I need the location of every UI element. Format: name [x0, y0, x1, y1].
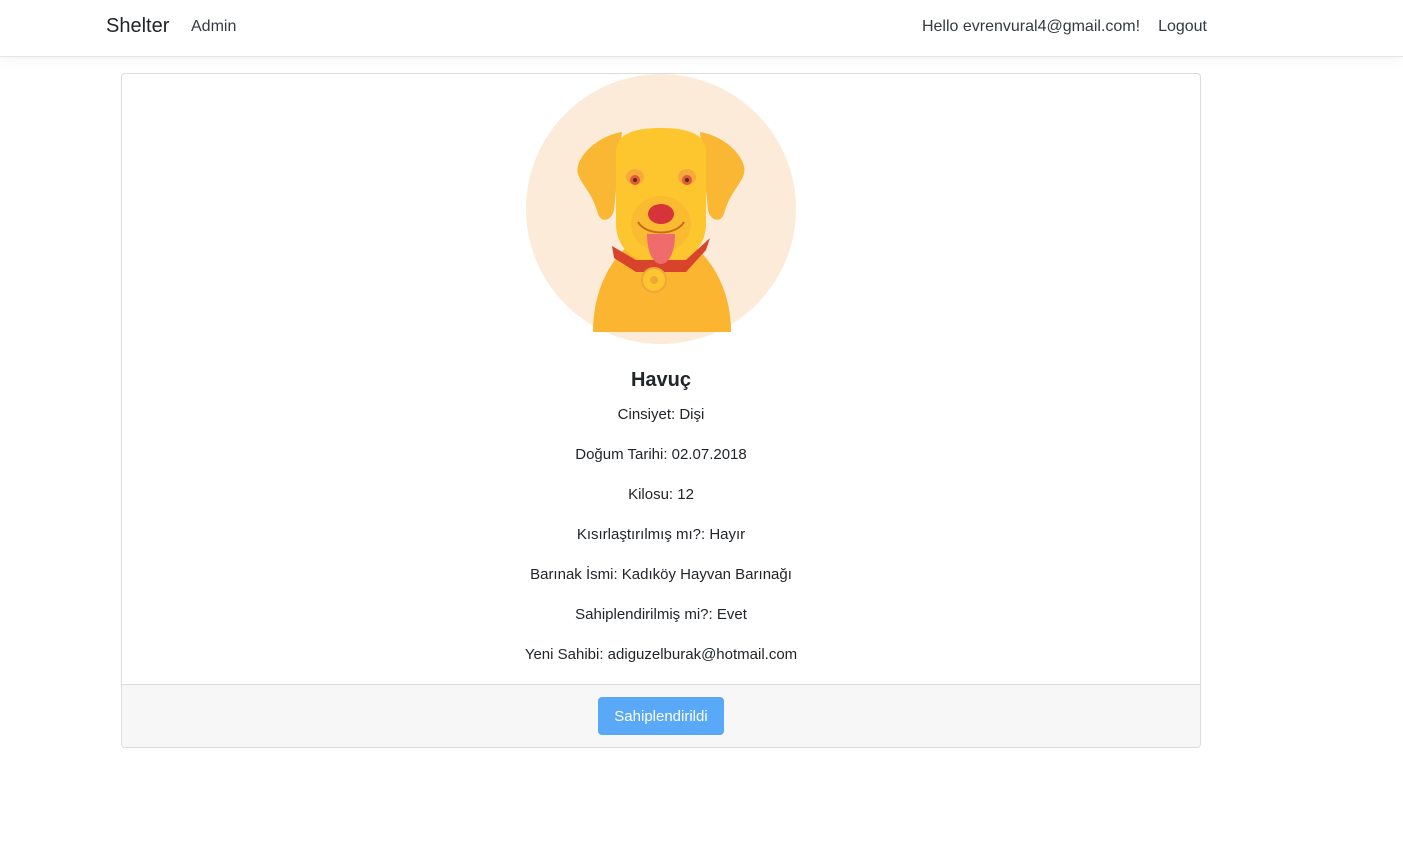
detail-adopted: Sahiplendirilmiş mi?: Evet — [575, 606, 747, 623]
logout-link[interactable]: Logout — [1158, 18, 1207, 36]
nav-right-group: Hello evrenvural4@gmail.com! Logout — [922, 18, 1207, 36]
detail-shelter-name: Barınak İsmi: Kadıköy Hayvan Barınağı — [530, 566, 792, 583]
pet-card: Havuç Cinsiyet: Dişi Doğum Tarihi: 02.07… — [121, 73, 1201, 748]
detail-weight: Kilosu: 12 — [628, 486, 694, 503]
dog-illustration-icon — [526, 74, 796, 344]
pet-name: Havuç — [630, 369, 692, 391]
pet-details: Havuç Cinsiyet: Dişi Doğum Tarihi: 02.07… — [122, 362, 1200, 675]
top-navbar: Shelter Admin Hello evrenvural4@gmail.co… — [0, 0, 1403, 57]
user-greeting: Hello evrenvural4@gmail.com! — [921, 18, 1141, 35]
nav-admin-link[interactable]: Admin — [191, 18, 236, 36]
card-footer: Sahiplendirildi — [122, 684, 1200, 747]
detail-gender: Cinsiyet: Dişi — [617, 406, 705, 423]
detail-birthdate: Doğum Tarihi: 02.07.2018 — [575, 446, 747, 463]
adopted-button[interactable]: Sahiplendirildi — [598, 697, 724, 735]
detail-neutered: Kısırlaştırılmış mı?: Hayır — [576, 526, 746, 543]
brand-link[interactable]: Shelter — [106, 15, 169, 38]
detail-new-owner: Yeni Sahibi: adiguzelburak@hotmail.com — [524, 646, 798, 663]
